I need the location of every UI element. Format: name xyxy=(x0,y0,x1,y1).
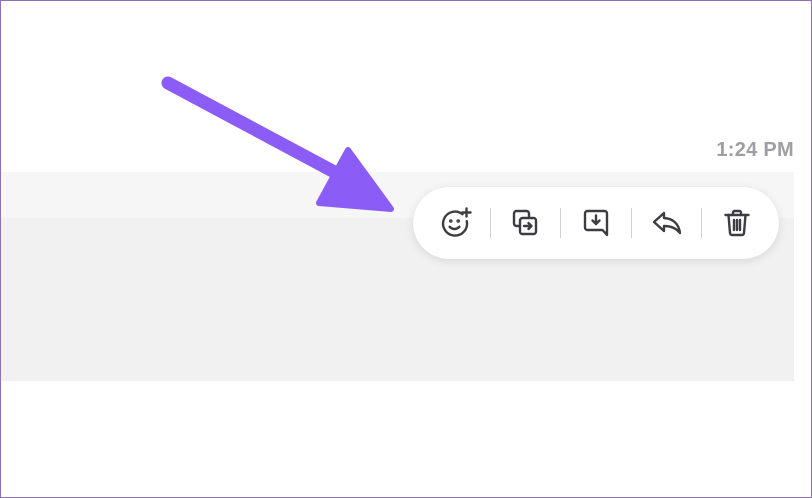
save-message-button[interactable] xyxy=(568,195,624,251)
toolbar-divider xyxy=(701,208,703,238)
message-timestamp: 1:24 PM xyxy=(716,139,794,161)
delete-button[interactable] xyxy=(709,195,765,251)
save-message-icon xyxy=(583,209,609,237)
toolbar-divider xyxy=(489,208,491,238)
add-reaction-button[interactable] xyxy=(427,195,483,251)
reply-button[interactable] xyxy=(639,195,695,251)
message-action-toolbar xyxy=(413,187,779,259)
emoji-add-icon xyxy=(441,207,472,237)
forward-button[interactable] xyxy=(498,195,554,251)
trash-icon xyxy=(724,209,750,237)
toolbar-divider xyxy=(630,208,632,238)
reply-icon xyxy=(652,211,681,235)
forward-copy-icon xyxy=(513,209,538,236)
toolbar-divider xyxy=(560,208,562,238)
